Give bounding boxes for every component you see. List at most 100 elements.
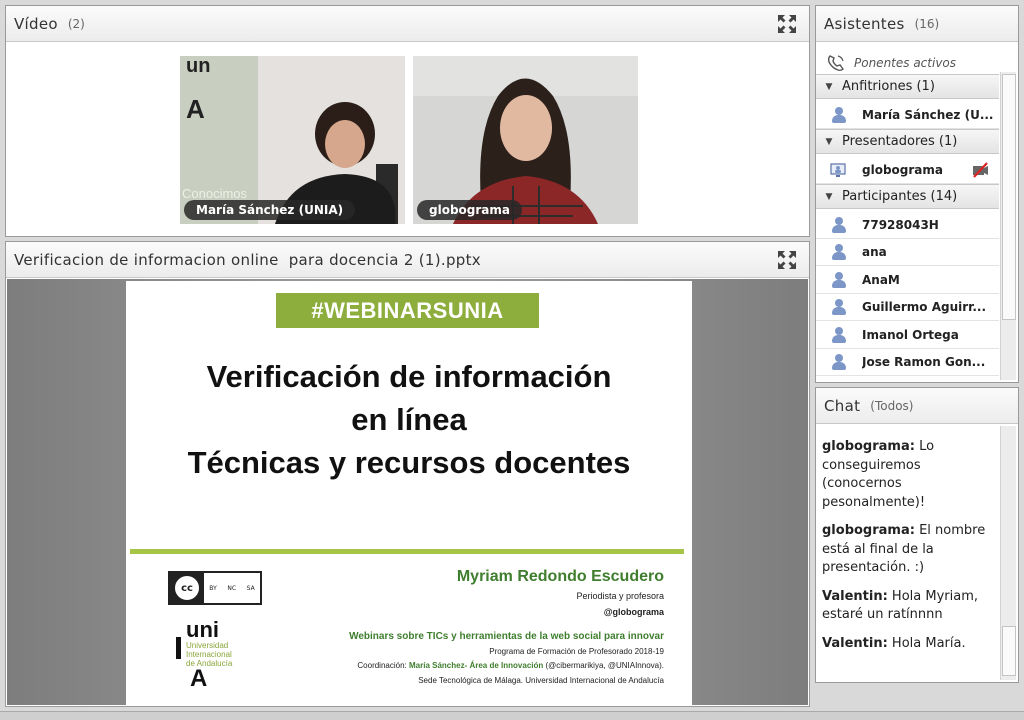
attendee-name: María Sánchez (U... (862, 107, 994, 122)
user-icon (830, 216, 848, 234)
phone-icon (827, 55, 844, 72)
slide-divider (130, 549, 684, 554)
attendees-scrollbar[interactable] (1000, 72, 1016, 380)
coordination-label: Coordinación: (357, 661, 407, 670)
presentation-slide: #WEBINARSUNIA Verificación de informació… (126, 281, 692, 705)
attendee-name: AnaM (862, 272, 900, 287)
attendee-row[interactable]: Jose Ramon Gon... (816, 348, 999, 376)
attendees-pod: Asistentes (16) Ponentes activos ▼ Anfit… (815, 5, 1019, 383)
video-feed-globograma (413, 56, 638, 224)
group-presenters[interactable]: ▼ Presentadores (1) (816, 129, 999, 154)
chat-message: Valentin: Hola Myriam, estaré un ratínnn… (822, 588, 994, 625)
group-label: Presentadores (1) (842, 134, 958, 149)
logo-letter: A (190, 665, 208, 692)
chat-sender: globograma: (822, 523, 915, 538)
chat-sender: globograma: (822, 439, 915, 454)
chat-sender: Valentin: (822, 635, 888, 651)
logo-text: Universidad (186, 641, 229, 650)
chat-message: globograma: Lo conseguiremos (conocernos… (822, 438, 994, 512)
active-presenters-row[interactable]: Ponentes activos (816, 50, 1018, 76)
slide-title: Verificación de información en línea Téc… (126, 355, 692, 484)
collapse-triangle-icon[interactable]: ▼ (816, 82, 842, 92)
slide-title-line: en línea (351, 402, 467, 437)
user-icon (830, 353, 848, 371)
chat-message: globograma: El nombre está al final de l… (822, 522, 994, 578)
license-term: BY (209, 584, 217, 592)
share-stage: #WEBINARSUNIA Verificación de informació… (7, 279, 808, 705)
attendee-name: Imanol Ortega (862, 327, 959, 342)
share-pod: Verificacion de informacion online para … (5, 241, 810, 707)
video-tile-maria[interactable]: un A Conocimos María Sánchez (UNIA) (180, 56, 405, 224)
user-icon (830, 243, 848, 261)
attendee-name: 77928043H (862, 217, 939, 232)
attendee-row[interactable]: María Sánchez (U... (816, 101, 999, 129)
group-hosts[interactable]: ▼ Anfitriones (1) (816, 74, 999, 99)
license-term: SA (246, 584, 255, 592)
slide-hashtag-banner: #WEBINARSUNIA (276, 293, 539, 328)
group-label: Participantes (14) (842, 189, 958, 204)
attendee-row[interactable]: ana (816, 238, 999, 266)
chat-messages: globograma: Lo conseguiremos (conocernos… (822, 438, 994, 663)
share-pod-header: Verificacion de informacion online para … (6, 242, 809, 278)
attendee-row[interactable]: Imanol Ortega (816, 321, 999, 349)
attendees-pod-count: (16) (914, 16, 940, 31)
logo-text: Internacional (186, 650, 232, 659)
attendee-row[interactable]: AnaM (816, 266, 999, 294)
attendee-row[interactable]: Guillermo Aguirr... (816, 293, 999, 321)
attendee-row[interactable]: 77928043H (816, 211, 999, 239)
slide-author-role: Periodista y profesora (576, 591, 664, 601)
slide-title-line: Verificación de información (206, 359, 612, 394)
svg-text:un: un (186, 56, 210, 77)
chat-pod: Chat (Todos) globograma: Lo conseguiremo… (815, 387, 1019, 683)
attendee-row[interactable]: globograma (816, 156, 999, 184)
chat-pod-header: Chat (Todos) (816, 388, 1018, 424)
attendees-scrollbar-thumb[interactable] (1002, 74, 1016, 320)
fullscreen-icon[interactable] (777, 14, 797, 34)
attendee-name: Jose Ramon Gon... (862, 354, 986, 369)
user-icon (830, 271, 848, 289)
fullscreen-icon[interactable] (777, 250, 797, 270)
share-pod-title: Verificacion de informacion online para … (14, 250, 481, 269)
video-pod-title: Vídeo (14, 14, 58, 33)
slide-series: Webinars sobre TICs y herramientas de la… (349, 631, 664, 642)
user-icon (830, 298, 848, 316)
collapse-triangle-icon[interactable]: ▼ (816, 192, 842, 202)
video-tile-globograma[interactable]: globograma (413, 56, 638, 224)
host-user-icon (830, 106, 848, 124)
svg-text:Conocimos: Conocimos (182, 186, 248, 201)
slide-venue: Sede Tecnológica de Málaga. Universidad … (418, 676, 664, 685)
chat-sender: Valentin: (822, 588, 888, 604)
video-name-label: María Sánchez (UNIA) (184, 200, 356, 220)
attendee-name: Guillermo Aguirr... (862, 299, 987, 314)
chat-pod-title: Chat (824, 396, 861, 415)
video-pod: Vídeo (2) un A Conocimos María Sánchez (… (5, 5, 810, 237)
svg-text:A: A (186, 94, 205, 124)
coordination-handles: (@cibermarikiya, @UNIAInnova). (545, 661, 665, 670)
chat-pod-scope[interactable]: (Todos) (870, 399, 913, 413)
creative-commons-icon: cc BY NC SA (168, 571, 262, 605)
group-participants[interactable]: ▼ Participantes (14) (816, 184, 999, 209)
video-pod-count: (2) (67, 16, 85, 31)
presenter-screen-icon (830, 162, 846, 177)
slide-title-line: Técnicas y recursos docentes (187, 445, 631, 480)
video-pod-header: Vídeo (2) (6, 6, 809, 42)
chat-scrollbar-thumb[interactable] (1002, 626, 1016, 676)
video-feed-maria: un A Conocimos (180, 56, 405, 224)
unia-logo: uni Universidad Internacional de Andaluc… (174, 617, 264, 693)
slide-author-handle: @globograma (603, 607, 664, 617)
slide-coordination: Coordinación: María Sánchez- Área de Inn… (357, 661, 664, 670)
group-label: Anfitriones (1) (842, 79, 935, 94)
attendees-pod-title: Asistentes (824, 14, 905, 33)
logo-text-uni: uni (186, 617, 219, 642)
attendee-name: ana (862, 244, 887, 259)
chat-scrollbar[interactable] (1000, 426, 1016, 680)
active-presenters-label: Ponentes activos (854, 56, 957, 70)
slide-program: Programa de Formación de Profesorado 201… (489, 647, 664, 656)
collapse-triangle-icon[interactable]: ▼ (816, 137, 842, 147)
video-name-label: globograma (417, 200, 522, 220)
camera-off-icon (973, 162, 988, 178)
attendee-name: globograma (862, 162, 943, 177)
chat-text: Hola María. (891, 635, 966, 651)
license-term: NC (227, 584, 237, 592)
chat-message: Valentin: Hola María. (822, 635, 994, 654)
